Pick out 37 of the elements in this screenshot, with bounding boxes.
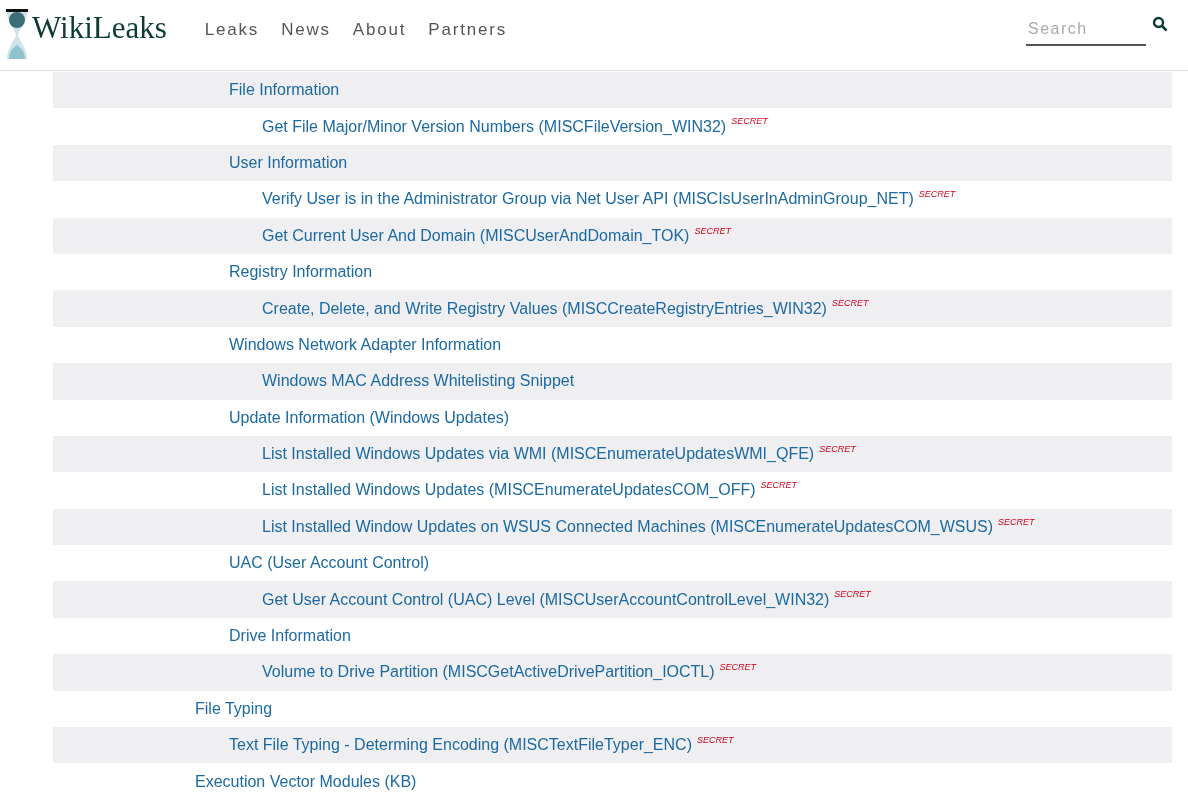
- classification-label: SECRET: [731, 116, 768, 127]
- classification-label: SECRET: [918, 189, 956, 200]
- classification-label: SECRET: [834, 589, 871, 600]
- tree-link[interactable]: Text File Typing - Determing Encoding (MISCTextFileTyper_ENC): [229, 736, 692, 755]
- classification-label: SECRET: [697, 735, 734, 746]
- classification-label: SECRET: [831, 298, 869, 309]
- tree-link[interactable]: List Installed Window Updates on WSUS Connected Machines (MISCEnumerateUpdatesCOM_WSUS): [262, 517, 993, 536]
- tree-link[interactable]: Windows MAC Address Whitelisting Snippet: [262, 372, 575, 391]
- tree-link[interactable]: List Installed Windows Updates via WMI (MISCEnumerateUpdatesWMI_QFE): [262, 445, 815, 464]
- nav-link[interactable]: About: [352, 20, 407, 40]
- classification-label: SECRET: [719, 662, 757, 673]
- classification-label: SECRET: [760, 480, 798, 491]
- classification-label: SECRET: [997, 516, 1035, 527]
- tree-link[interactable]: Get User Account Control (UAC) Level (MISCUserAccountControlLevel_WIN32): [262, 590, 830, 609]
- tree-link[interactable]: File Information: [229, 81, 340, 100]
- tree-link[interactable]: Verify User is in the Administrator Group via Net User API (MISCIsUserInAdminGroup_NET): [262, 190, 914, 209]
- tree-link[interactable]: Get Current User And Domain (MISCUserAndDomain_TOK): [262, 226, 690, 245]
- classification-label: SECRET: [694, 225, 731, 236]
- tree-link[interactable]: List Installed Windows Updates (MISCEnumerateUpdatesCOM_OFF): [262, 481, 756, 500]
- tree-link[interactable]: Drive Information: [229, 627, 351, 646]
- tree-link[interactable]: UAC (User Account Control): [229, 554, 430, 573]
- tree-link[interactable]: Update Information (Windows Updates): [229, 408, 510, 427]
- nav-link[interactable]: Leaks: [204, 20, 260, 40]
- tree-link[interactable]: User Information: [229, 153, 348, 172]
- tree-link[interactable]: Get File Major/Minor Version Numbers (MISCFileVersion_WIN32): [262, 117, 727, 136]
- tree-link[interactable]: Create, Delete, and Write Registry Values (MISCCreateRegistryEntries_WIN32): [262, 299, 827, 318]
- hourglass-logo-icon: [4, 9, 30, 61]
- search-icon[interactable]: [1152, 16, 1168, 32]
- tree-link[interactable]: Execution Vector Modules (KB): [195, 772, 417, 791]
- nav-link[interactable]: News: [281, 20, 331, 40]
- tree-link[interactable]: Windows Network Adapter Information: [229, 335, 502, 354]
- site-logo[interactable]: WikiLeaks: [32, 10, 167, 46]
- tree-link[interactable]: Volume to Drive Partition (MISCGetActiveDrivePartition_IOCTL): [262, 663, 715, 682]
- nav-link[interactable]: Partners: [428, 20, 507, 40]
- classification-label: SECRET: [819, 443, 856, 454]
- tree-link[interactable]: File Typing: [195, 699, 273, 718]
- tree-link[interactable]: Registry Information: [229, 263, 373, 282]
